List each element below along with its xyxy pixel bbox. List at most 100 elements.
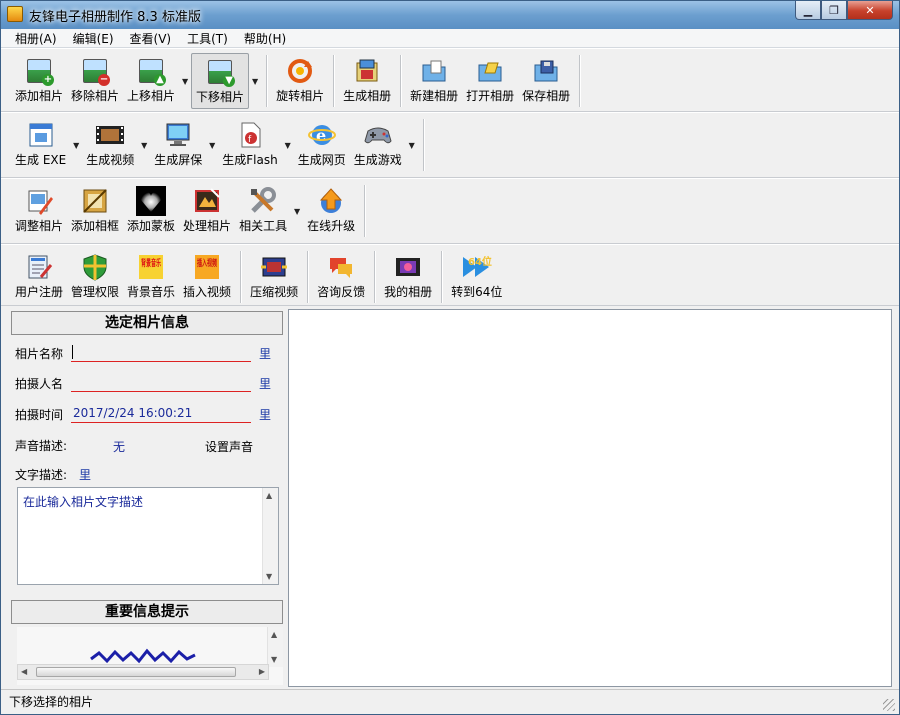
feedback-button[interactable]: 咨询反馈 xyxy=(313,249,369,305)
menu-view[interactable]: 查看(V) xyxy=(122,30,180,47)
background-music-button[interactable]: 背景音乐 背景音乐 xyxy=(123,249,179,305)
scroll-down-icon[interactable]: ▼ xyxy=(271,655,277,664)
resize-grip-icon[interactable] xyxy=(883,699,895,711)
exe-window-icon xyxy=(26,120,56,150)
scroll-up-icon[interactable]: ▲ xyxy=(266,491,272,500)
app-window: 友锋电子相册制作 8.3 标准版 ▁ ❐ ✕ 相册(A) 编辑(E) 查看(V)… xyxy=(0,0,900,715)
scroll-left-icon[interactable]: ◀ xyxy=(21,667,27,676)
minimize-button[interactable]: ▁ xyxy=(795,1,821,20)
save-album-button[interactable]: 保存相册 xyxy=(518,53,574,109)
new-album-button[interactable]: 新建相册 xyxy=(406,53,462,109)
scroll-down-icon[interactable]: ▼ xyxy=(266,572,272,581)
textarea-scrollbar[interactable]: ▲ ▼ xyxy=(262,488,278,584)
generate-video-dropdown-icon[interactable]: ▼ xyxy=(138,117,150,173)
generate-game-button[interactable]: 生成游戏 xyxy=(350,117,406,173)
tips-horizontal-scrollbar[interactable]: ◀ ▶ xyxy=(17,664,269,680)
film-strip-icon xyxy=(95,120,125,150)
edit-photographer-icon[interactable]: 里 xyxy=(259,375,271,392)
open-album-button[interactable]: 打开相册 xyxy=(462,53,518,109)
add-frame-button[interactable]: 添加相框 xyxy=(67,183,123,239)
photographer-field[interactable] xyxy=(71,372,251,392)
photo-preview-area[interactable] xyxy=(288,309,892,687)
generate-flash-dropdown-icon[interactable]: ▼ xyxy=(282,117,294,173)
monitor-icon xyxy=(163,120,193,150)
sound-label: 声音描述: xyxy=(15,439,68,453)
maximize-button[interactable]: ❐ xyxy=(821,1,847,20)
mask-icon xyxy=(136,186,167,216)
generate-game-dropdown-icon[interactable]: ▼ xyxy=(406,117,418,173)
edit-time-icon[interactable]: 里 xyxy=(259,406,271,423)
menu-help[interactable]: 帮助(H) xyxy=(236,30,294,47)
move-up-photo-button[interactable]: ▲ 上移相片 xyxy=(123,53,179,109)
status-text: 下移选择的相片 xyxy=(9,695,94,709)
build-album-button[interactable]: 生成相册 xyxy=(339,53,395,109)
rotate-photo-button[interactable]: 旋转相片 xyxy=(272,53,328,109)
generate-screensaver-button[interactable]: 生成屏保 xyxy=(150,117,206,173)
process-photo-button[interactable]: 处理相片 xyxy=(179,183,235,239)
switch-64bit-button[interactable]: 64位 转到64位 xyxy=(447,249,506,305)
generate-exe-dropdown-icon[interactable]: ▼ xyxy=(70,117,82,173)
compress-video-button[interactable]: 压缩视频 xyxy=(246,249,302,305)
insert-video-button[interactable]: 插入视频 插入视频 xyxy=(179,249,235,305)
scroll-right-icon[interactable]: ▶ xyxy=(259,667,265,676)
64bit-icon-text: 64位 xyxy=(468,255,492,268)
generate-flash-button[interactable]: f 生成Flash xyxy=(218,117,281,173)
photographer-label: 拍摄人名 xyxy=(15,377,64,391)
adjust-photo-icon xyxy=(24,186,54,216)
tips-scrollbar[interactable]: ▲ ▼ xyxy=(267,627,283,667)
menu-album[interactable]: 相册(A) xyxy=(7,30,65,47)
upgrade-arrow-icon xyxy=(316,186,346,216)
generate-exe-button[interactable]: 生成 EXE xyxy=(11,117,70,173)
add-photo-button[interactable]: + 添加相片 xyxy=(11,53,67,109)
my-album-button[interactable]: 我的相册 xyxy=(380,249,436,305)
generate-webpage-button[interactable]: e 生成网页 xyxy=(294,117,350,173)
shoot-time-field[interactable]: 2017/2/24 16:00:21 xyxy=(71,403,251,423)
toolbar-separator xyxy=(364,185,366,237)
edit-text-icon[interactable]: 里 xyxy=(79,466,91,483)
scroll-up-icon[interactable]: ▲ xyxy=(271,630,277,639)
manage-permissions-button[interactable]: 管理权限 xyxy=(67,249,123,305)
app-logo-icon xyxy=(7,6,23,22)
title-bar[interactable]: 友锋电子相册制作 8.3 标准版 ▁ ❐ ✕ xyxy=(1,1,899,29)
important-tips-heading: 重要信息提示 xyxy=(11,600,283,624)
user-register-button[interactable]: 用户注册 xyxy=(11,249,67,305)
photo-name-label: 相片名称 xyxy=(15,347,64,361)
set-sound-link[interactable]: 设置声音 xyxy=(205,438,253,455)
shoot-time-label: 拍摄时间 xyxy=(15,408,64,422)
related-tools-button[interactable]: 相关工具 xyxy=(235,183,291,239)
photo-name-field[interactable] xyxy=(71,342,251,362)
photo-name-row: 相片名称 里 xyxy=(15,341,277,365)
menu-edit[interactable]: 编辑(E) xyxy=(65,30,122,47)
toolbar-separator xyxy=(422,119,424,171)
add-mask-button[interactable]: 添加蒙板 xyxy=(123,183,179,239)
toolbar-photos: + 添加相片 − 移除相片 ▲ 上移相片 ▼ ▼ 下移相片 ▼ 旋转相片 生成相… xyxy=(1,48,899,112)
photographer-row: 拍摄人名 里 xyxy=(15,371,277,395)
text-desc-row: 文字描述: 里 xyxy=(15,462,277,486)
toolbar-separator xyxy=(333,55,335,107)
online-upgrade-button[interactable]: 在线升级 xyxy=(303,183,359,239)
adjust-photo-button[interactable]: 调整相片 xyxy=(11,183,67,239)
toolbar-separator xyxy=(441,251,443,303)
generate-screensaver-dropdown-icon[interactable]: ▼ xyxy=(206,117,218,173)
scrollbar-thumb[interactable] xyxy=(36,667,236,677)
move-up-dropdown-icon[interactable]: ▼ xyxy=(179,53,191,109)
toolbar-separator xyxy=(240,251,242,303)
move-down-photo-icon: ▼ xyxy=(205,57,236,87)
related-tools-dropdown-icon[interactable]: ▼ xyxy=(291,183,303,239)
toolbar-edit-photo: 调整相片 添加相框 添加蒙板 处理相片 相关工具 ▼ 在线升级 xyxy=(1,178,899,244)
photo-info-heading: 选定相片信息 xyxy=(11,311,283,335)
text-desc-label: 文字描述: xyxy=(15,468,68,482)
close-button[interactable]: ✕ xyxy=(847,1,893,20)
edit-name-icon[interactable]: 里 xyxy=(259,345,271,362)
add-photo-icon: + xyxy=(24,56,54,86)
menu-tools[interactable]: 工具(T) xyxy=(179,30,236,47)
toolbar-separator xyxy=(374,251,376,303)
text-description-textarea[interactable]: 在此输入相片文字描述 ▲ ▼ xyxy=(17,487,279,585)
move-down-photo-button[interactable]: ▼ 下移相片 xyxy=(191,53,250,109)
music-icon: 背景音乐 xyxy=(136,252,166,282)
remove-photo-button[interactable]: − 移除相片 xyxy=(67,53,123,109)
tools-wrench-icon xyxy=(248,186,278,216)
move-down-dropdown-icon[interactable]: ▼ xyxy=(249,53,261,109)
generate-video-button[interactable]: 生成视频 xyxy=(82,117,138,173)
photo-info-panel: 选定相片信息 相片名称 里 拍摄人名 里 拍摄时间 2017/2/24 16:0… xyxy=(9,309,285,687)
